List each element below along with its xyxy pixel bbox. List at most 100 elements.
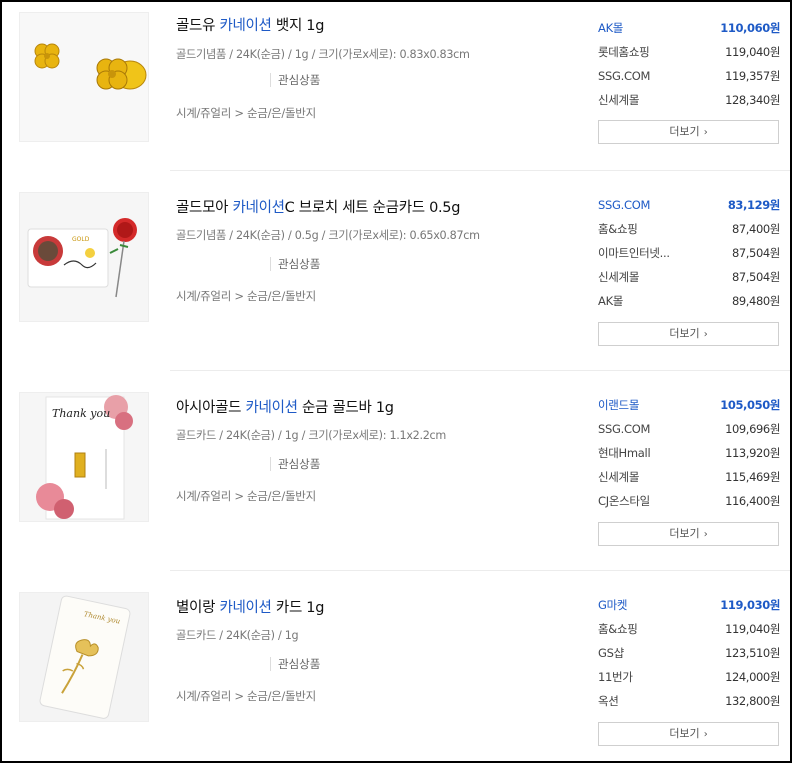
- divider: [170, 370, 790, 371]
- mall-price: 132,800원: [725, 694, 780, 708]
- price-row[interactable]: SSG.COM 119,357원: [598, 64, 780, 88]
- chevron-right-icon: ›: [703, 127, 708, 138]
- product-thumbnail[interactable]: GOLD: [19, 192, 149, 322]
- product-item: 골드유 카네이션 뱃지 1g 골드기념품 / 24K(순금) / 1g / 크기…: [2, 2, 790, 202]
- carnation-brooch-card-image: GOLD: [20, 193, 148, 321]
- mall-price: 89,480원: [731, 294, 780, 308]
- mall-price: 119,357원: [725, 69, 780, 83]
- price-row[interactable]: 롯데홈쇼핑 119,040원: [598, 40, 780, 64]
- price-list: 이랜드몰 105,050원 SSG.COM 109,696원 현대Hmall 113,…: [598, 393, 780, 513]
- card-script-text: Thank you: [52, 407, 110, 420]
- mall-price: 110,060원: [720, 21, 780, 35]
- mall-price: 87,504원: [731, 270, 780, 284]
- product-thumbnail[interactable]: Thank you: [19, 392, 149, 522]
- price-row[interactable]: 홈&쇼핑 119,040원: [598, 617, 780, 641]
- mall-name: 이마트인터넷...: [598, 246, 670, 260]
- price-list: AK몰 110,060원 롯데홈쇼핑 119,040원 SSG.COM 119,357…: [598, 16, 780, 112]
- product-thumbnail[interactable]: Thank you: [19, 592, 149, 722]
- price-row[interactable]: SSG.COM 109,696원: [598, 417, 780, 441]
- price-row[interactable]: G마켓 119,030원: [598, 593, 780, 617]
- wishlist-link[interactable]: 관심상품: [270, 73, 320, 87]
- product-title[interactable]: 골드유 카네이션 뱃지 1g: [176, 14, 324, 35]
- divider: [170, 170, 790, 171]
- mall-name: 홈&쇼핑: [598, 222, 638, 236]
- price-row[interactable]: 옥션 132,800원: [598, 689, 780, 713]
- title-keyword: 카네이션: [245, 400, 298, 416]
- price-row[interactable]: 11번가 124,000원: [598, 665, 780, 689]
- wishlist-link[interactable]: 관심상품: [270, 457, 320, 471]
- title-keyword: 카네이션: [232, 200, 285, 216]
- mall-price: 87,400원: [731, 222, 780, 236]
- more-button[interactable]: 더보기 ›: [598, 322, 779, 346]
- mall-price: 87,504원: [731, 246, 780, 260]
- price-row[interactable]: SSG.COM 83,129원: [598, 193, 780, 217]
- mall-price: 83,129원: [727, 198, 781, 212]
- more-button[interactable]: 더보기 ›: [598, 522, 779, 546]
- price-row[interactable]: AK몰 89,480원: [598, 289, 780, 313]
- mall-name: SSG.COM: [598, 198, 651, 212]
- price-row[interactable]: 홈&쇼핑 87,400원: [598, 217, 780, 241]
- price-row[interactable]: 신세계몰 128,340원: [598, 88, 780, 112]
- chevron-right-icon: ›: [703, 529, 708, 540]
- gold-clover-badge-image: [20, 13, 148, 141]
- divider: [170, 570, 790, 571]
- more-button[interactable]: 더보기 ›: [598, 722, 779, 746]
- price-row[interactable]: 이마트인터넷... 87,504원: [598, 241, 780, 265]
- mall-name: 신세계몰: [598, 470, 640, 484]
- wishlist-link[interactable]: 관심상품: [270, 257, 320, 271]
- product-category[interactable]: 시계/쥬얼리 > 순금/은/돌반지: [176, 288, 316, 304]
- mall-price: 123,510원: [725, 646, 780, 660]
- title-keyword: 카네이션: [219, 600, 272, 616]
- mall-price: 119,030원: [720, 598, 780, 612]
- mall-name: 옥션: [598, 694, 619, 708]
- thank-you-gold-bar-card-image: Thank you: [20, 393, 148, 521]
- product-item: Thank you 아시아골드 카네이션 순금 골드바 1g 골드카드 / 24…: [2, 380, 790, 580]
- wishlist-link[interactable]: 관심상품: [270, 657, 320, 671]
- product-category[interactable]: 시계/쥬얼리 > 순금/은/돌반지: [176, 688, 316, 704]
- mall-price: 109,696원: [725, 422, 780, 436]
- price-row[interactable]: 현대Hmall 113,920원: [598, 441, 780, 465]
- mall-price: 119,040원: [725, 622, 780, 636]
- product-spec: 골드카드 / 24K(순금) / 1g: [176, 629, 299, 642]
- product-category[interactable]: 시계/쥬얼리 > 순금/은/돌반지: [176, 488, 316, 504]
- more-button[interactable]: 더보기 ›: [598, 120, 779, 144]
- product-item: Thank you 별이랑 카네이션 카드 1g 골드카드 / 24K(순금) …: [2, 580, 790, 761]
- mall-name: SSG.COM: [598, 69, 651, 83]
- mall-name: 현대Hmall: [598, 446, 651, 460]
- chevron-right-icon: ›: [703, 329, 708, 340]
- mall-name: CJ온스타일: [598, 494, 650, 508]
- mall-price: 128,340원: [725, 93, 780, 107]
- price-list: SSG.COM 83,129원 홈&쇼핑 87,400원 이마트인터넷... 87,5…: [598, 193, 780, 313]
- price-row[interactable]: CJ온스타일 116,400원: [598, 489, 780, 513]
- svg-text:GOLD: GOLD: [72, 236, 90, 243]
- mall-name: 홈&쇼핑: [598, 622, 638, 636]
- mall-price: 115,469원: [725, 470, 780, 484]
- mall-name: SSG.COM: [598, 422, 651, 436]
- product-title[interactable]: 아시아골드 카네이션 순금 골드바 1g: [176, 396, 394, 417]
- mall-name: 11번가: [598, 670, 633, 684]
- product-thumbnail[interactable]: [19, 12, 149, 142]
- product-title[interactable]: 별이랑 카네이션 카드 1g: [176, 596, 324, 617]
- mall-price: 119,040원: [725, 45, 780, 59]
- chevron-right-icon: ›: [703, 729, 708, 740]
- gold-carnation-card-image: Thank you: [20, 593, 148, 721]
- price-list: G마켓 119,030원 홈&쇼핑 119,040원 GS샵 123,510원 11번…: [598, 593, 780, 713]
- mall-name: 이랜드몰: [598, 398, 640, 412]
- product-title[interactable]: 골드모아 카네이션C 브로치 세트 순금카드 0.5g: [176, 196, 460, 217]
- price-row[interactable]: 신세계몰 87,504원: [598, 265, 780, 289]
- price-row[interactable]: AK몰 110,060원: [598, 16, 780, 40]
- mall-price: 113,920원: [725, 446, 780, 460]
- product-spec: 골드기념품 / 24K(순금) / 0.5g / 크기(가로x세로): 0.65…: [176, 229, 480, 242]
- mall-price: 105,050원: [720, 398, 780, 412]
- price-row[interactable]: 신세계몰 115,469원: [598, 465, 780, 489]
- mall-name: 신세계몰: [598, 270, 640, 284]
- product-spec: 골드기념품 / 24K(순금) / 1g / 크기(가로x세로): 0.83x0…: [176, 48, 470, 61]
- mall-name: 롯데홈쇼핑: [598, 45, 650, 59]
- mall-name: AK몰: [598, 21, 624, 35]
- product-category[interactable]: 시계/쥬얼리 > 순금/은/돌반지: [176, 105, 316, 121]
- product-list: 골드유 카네이션 뱃지 1g 골드기념품 / 24K(순금) / 1g / 크기…: [0, 0, 792, 763]
- mall-name: G마켓: [598, 598, 628, 612]
- price-row[interactable]: GS샵 123,510원: [598, 641, 780, 665]
- mall-price: 116,400원: [725, 494, 780, 508]
- price-row[interactable]: 이랜드몰 105,050원: [598, 393, 780, 417]
